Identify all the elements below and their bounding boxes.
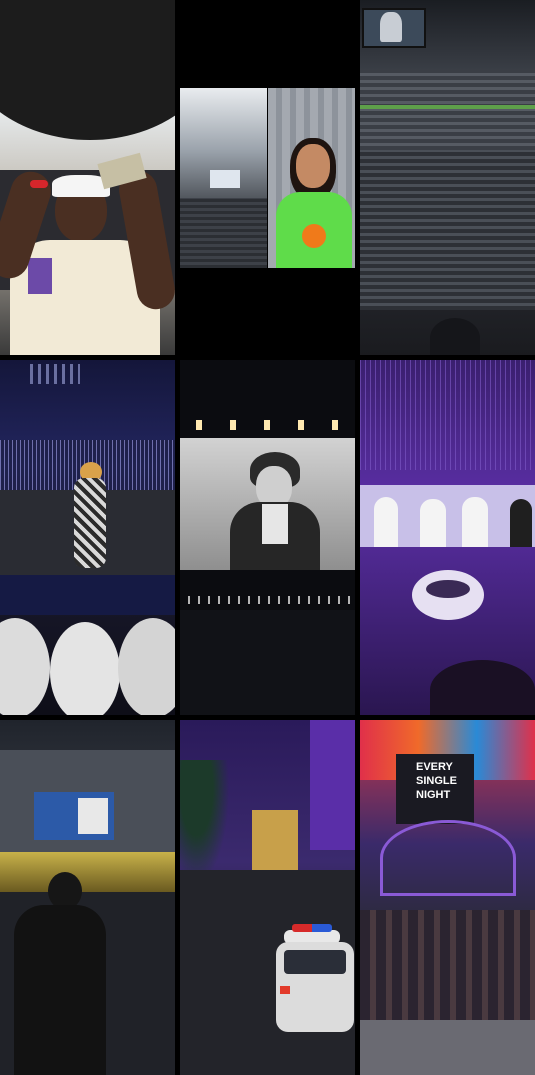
spotlight-2	[50, 622, 120, 715]
tail-light	[280, 986, 290, 994]
police-lightbar	[292, 924, 332, 932]
foreground-silhouettes	[430, 660, 535, 715]
shirt-sun-graphic	[302, 224, 326, 248]
hotel-tower	[252, 810, 298, 870]
sparkle-crowd	[360, 360, 535, 470]
ceiling-arch	[0, 0, 175, 140]
person-back	[14, 905, 106, 1075]
jumbotron-player	[380, 12, 402, 42]
band-member-2	[420, 499, 446, 547]
performer-body	[74, 478, 106, 568]
screen-person-collar	[262, 504, 288, 544]
photo-tile-8[interactable]	[180, 720, 355, 1075]
stage-ring-inner	[426, 580, 470, 598]
light-rig	[30, 364, 80, 384]
photo-tile-1[interactable]	[0, 0, 175, 355]
photo-tile-5[interactable]	[180, 360, 355, 715]
photo-tile-9[interactable]: EVERY SINGLE NIGHT	[360, 720, 535, 1075]
photo-tile-4[interactable]	[0, 360, 175, 715]
photo-tile-2[interactable]	[180, 0, 355, 355]
photo-tile-6[interactable]	[360, 360, 535, 715]
photo-tile-7[interactable]	[0, 720, 175, 1075]
photo-grid: EVERY SINGLE NIGHT	[0, 0, 535, 1075]
red-wristband	[30, 180, 48, 188]
spotlight-1	[0, 618, 50, 715]
foreground-heads	[430, 318, 480, 355]
split-left-stadium	[180, 88, 267, 268]
split-right-woman	[268, 88, 355, 268]
street-floor	[360, 1020, 535, 1075]
crowd-phone-lights	[180, 596, 355, 604]
spotlight-3	[118, 618, 175, 715]
police-car-window	[284, 950, 346, 974]
billboard-text-2: SINGLE	[416, 775, 457, 787]
woman-face	[296, 144, 330, 188]
billboard-text-3: NIGHT	[416, 789, 451, 801]
band-member-3	[462, 497, 488, 547]
billboard-content	[78, 798, 108, 834]
photo-tile-3[interactable]	[360, 0, 535, 355]
video-billboard	[34, 792, 114, 840]
stadium-seating-lower	[360, 150, 535, 310]
stage-lights-row	[180, 420, 355, 430]
band-member-1	[374, 497, 398, 547]
stadium-seats	[180, 198, 267, 268]
entrance-lights	[0, 852, 175, 892]
canopy-arch	[380, 820, 516, 896]
dark-crowd	[180, 610, 355, 715]
casino-building	[310, 720, 355, 850]
stage-divider	[0, 575, 175, 615]
billboard-text-1: EVERY	[416, 761, 453, 773]
stadium-screen	[210, 170, 240, 188]
band-screen	[360, 485, 535, 547]
shirt-graphic	[28, 258, 52, 294]
stadium-seating-upper	[360, 70, 535, 150]
band-member-4	[510, 499, 532, 547]
stadium-rail	[360, 105, 535, 109]
video-screen	[180, 438, 355, 570]
